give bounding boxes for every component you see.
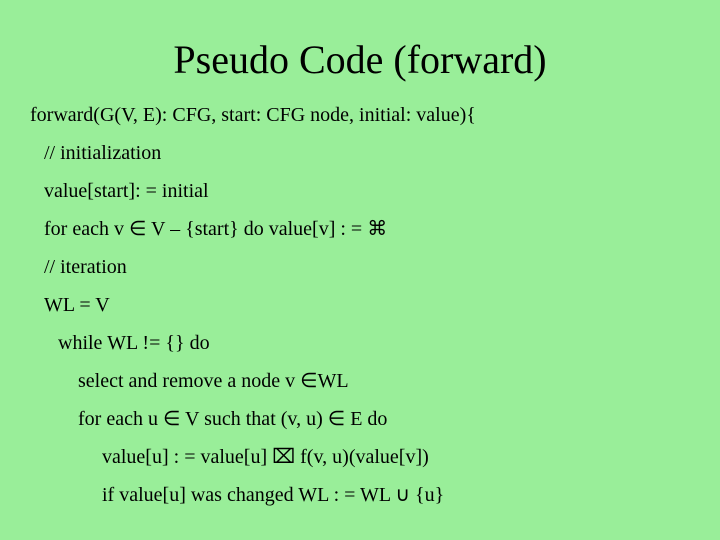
code-line: WL = V xyxy=(30,295,690,315)
code-line: forward(G(V, E): CFG, start: CFG node, i… xyxy=(30,105,690,125)
code-line: // iteration xyxy=(30,257,690,277)
code-line: for each v ∈ V – {start} do value[v] : =… xyxy=(30,219,690,239)
code-line: // initialization xyxy=(30,143,690,163)
code-line: value[start]: = initial xyxy=(30,181,690,201)
code-line: select and remove a node v ∈WL xyxy=(30,371,690,391)
code-line: value[u] : = value[u] ⌧ f(v, u)(value[v]… xyxy=(30,447,690,467)
code-line: while WL != {} do xyxy=(30,333,690,353)
code-line: if value[u] was changed WL : = WL ∪ {u} xyxy=(30,485,690,505)
slide-title: Pseudo Code (forward) xyxy=(30,36,690,83)
code-line: for each u ∈ V such that (v, u) ∈ E do xyxy=(30,409,690,429)
slide: Pseudo Code (forward) forward(G(V, E): C… xyxy=(0,0,720,540)
